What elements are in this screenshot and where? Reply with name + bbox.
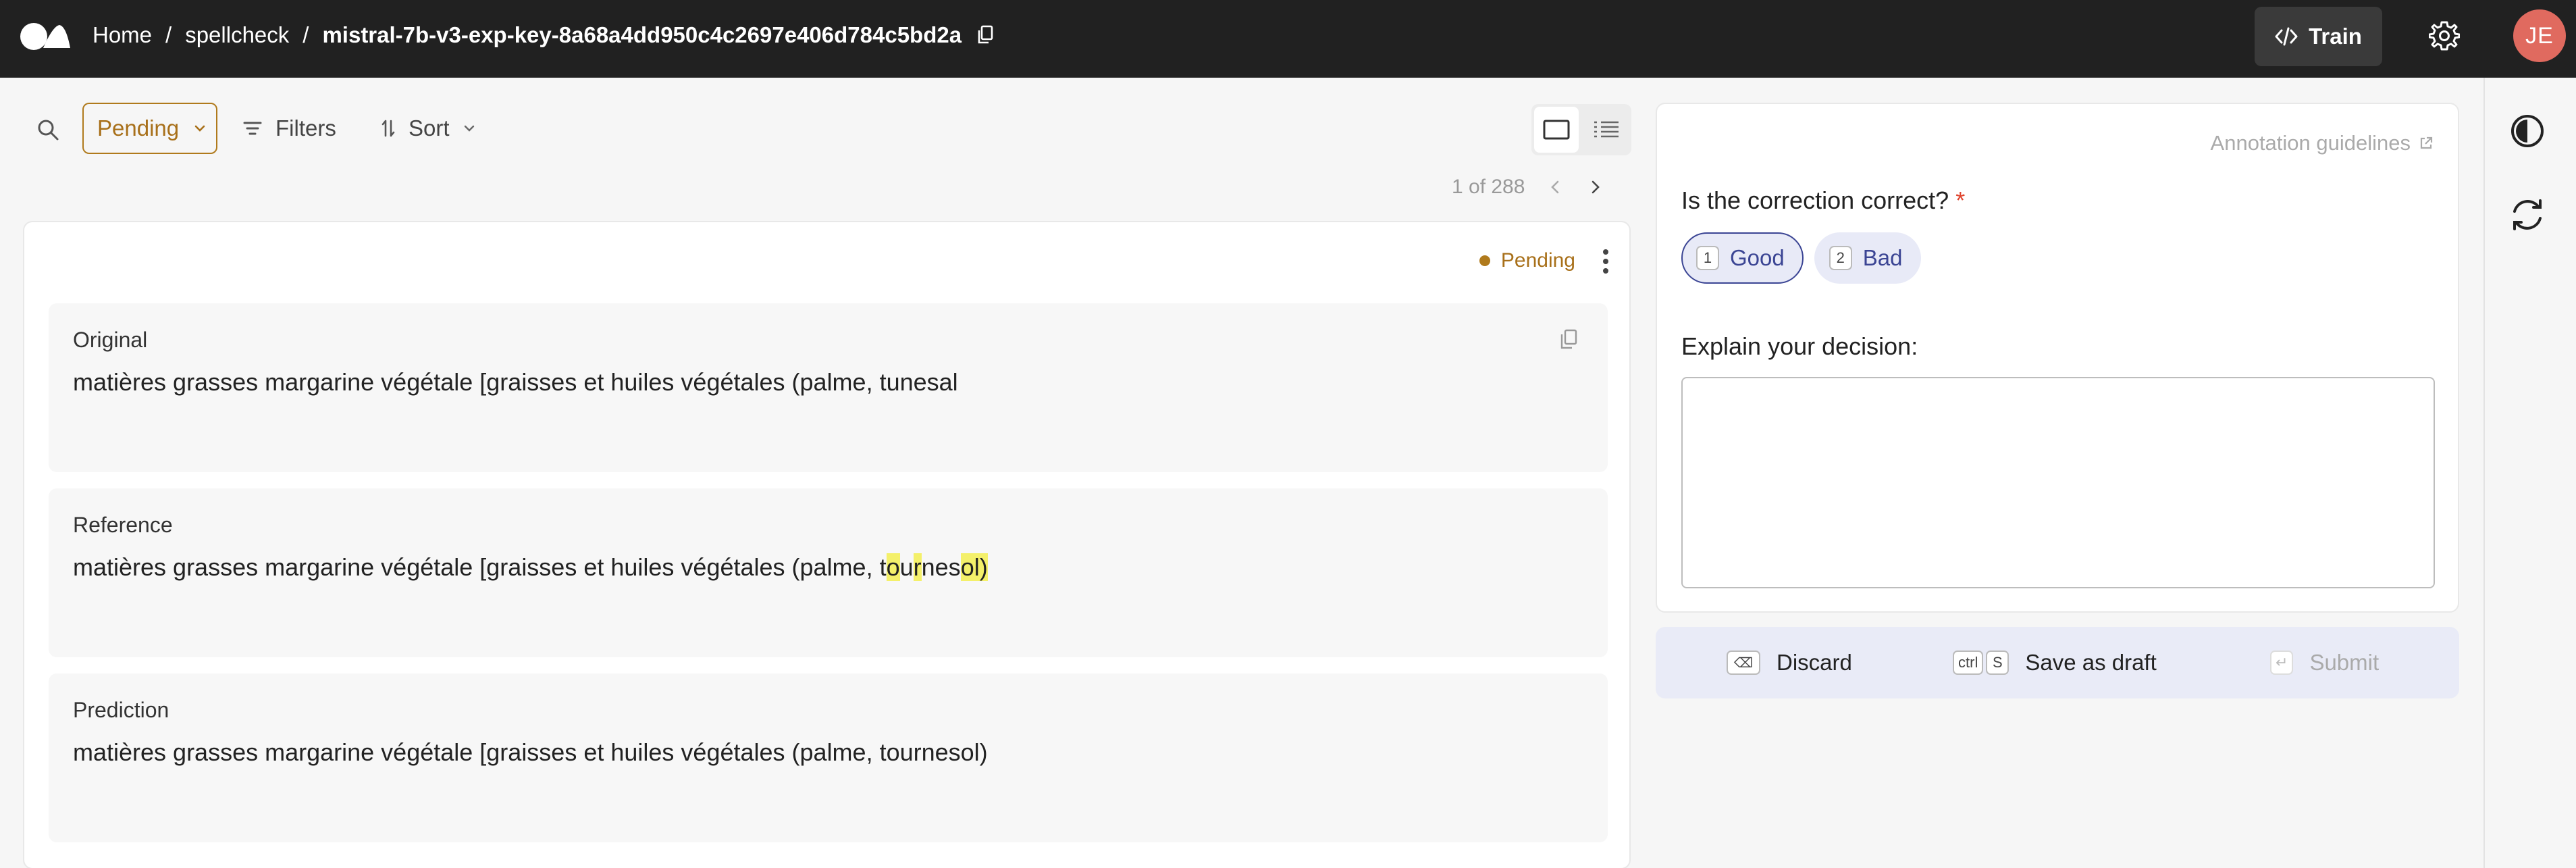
breadcrumb-current: mistral-7b-v3-exp-key-8a68a4dd950c4c2697… [322, 22, 962, 47]
question-label: Is the correction correct? * [1681, 186, 1965, 215]
copy-icon[interactable] [976, 25, 994, 45]
chevron-down-icon [464, 125, 474, 132]
breadcrumb-separator: / [165, 22, 172, 47]
chevron-right-icon [1592, 180, 1600, 194]
filters-label: Filters [275, 116, 336, 141]
dark-mode-icon[interactable] [2509, 113, 2546, 149]
text-segment: nes [921, 553, 961, 581]
list-view-button[interactable] [1584, 107, 1629, 153]
shortcut-key: ctrl [1953, 650, 1984, 675]
breadcrumb-home[interactable]: Home [93, 22, 152, 48]
diff-highlight: r [913, 553, 922, 581]
status-dot [1479, 255, 1490, 266]
option-bad[interactable]: 2 Bad [1814, 232, 1922, 284]
shortcut-keys: ctrl S [1953, 650, 2009, 675]
option-label: Bad [1862, 245, 1903, 270]
field-value: matières grasses margarine végétale [gra… [73, 368, 958, 396]
code-icon [2275, 27, 2298, 46]
avatar[interactable]: JE [2513, 9, 2566, 62]
sort-button[interactable]: Sort [382, 103, 475, 154]
field-reference: Reference matières grasses margarine vég… [49, 488, 1608, 657]
status-filter-value: Pending [97, 116, 180, 141]
single-record-icon [1543, 120, 1570, 140]
copy-icon[interactable] [1559, 329, 1578, 351]
required-mark: * [1955, 186, 1966, 214]
discard-label: Discard [1777, 650, 1852, 675]
next-page-button[interactable] [1585, 177, 1606, 197]
single-view-button[interactable] [1534, 107, 1579, 153]
view-mode-toggle [1531, 104, 1631, 155]
pagination-text: 1 of 288 [1452, 176, 1525, 198]
option-label: Good [1730, 245, 1785, 270]
discard-button[interactable]: ⌫ Discard [1727, 627, 1852, 698]
field-original: Original matières grasses margarine végé… [49, 303, 1608, 472]
top-bar: Home / spellcheck / mistral-7b-v3-exp-ke… [0, 0, 2576, 78]
label-options: 1 Good 2 Bad [1681, 232, 1922, 284]
shortcut-key: S [1986, 650, 2009, 675]
explain-textarea[interactable] [1681, 377, 2435, 588]
pagination: 1 of 288 [1452, 170, 1606, 204]
shortcut-key: ⌫ [1727, 650, 1760, 675]
field-value: matières grasses margarine végétale [gra… [73, 553, 988, 582]
annotation-guidelines-link[interactable]: Annotation guidelines [2211, 131, 2434, 155]
breadcrumb-dataset[interactable]: spellcheck [185, 22, 289, 48]
filter-icon [243, 122, 262, 135]
shortcut-key: 1 [1696, 246, 1719, 270]
text-segment: matières grasses margarine végétale [gra… [73, 553, 887, 581]
field-label: Original [73, 328, 148, 352]
previous-page-button[interactable] [1545, 177, 1565, 197]
record-status-badge: Pending [1479, 249, 1575, 272]
field-label: Reference [73, 513, 173, 537]
shortcut-key: ↵ [2270, 650, 2294, 675]
field-label: Prediction [73, 698, 169, 722]
record-status-label: Pending [1500, 249, 1575, 272]
sort-label: Sort [409, 116, 450, 141]
shortcut-key: 2 [1829, 246, 1852, 270]
field-prediction: Prediction matières grasses margarine vé… [49, 673, 1608, 842]
list-icon [1594, 121, 1619, 138]
save-draft-button[interactable]: ctrl S Save as draft [1953, 627, 2157, 698]
option-good[interactable]: 1 Good [1681, 232, 1804, 284]
train-label: Train [2309, 24, 2362, 49]
search-icon[interactable] [36, 118, 59, 141]
sort-icon [382, 120, 395, 137]
guidelines-label: Annotation guidelines [2210, 131, 2411, 155]
text-segment: u [899, 553, 914, 581]
refresh-icon[interactable] [2509, 197, 2546, 233]
submit-button[interactable]: ↵ Submit [2270, 627, 2379, 698]
more-options-icon[interactable] [1601, 248, 1610, 275]
diff-highlight: ol) [960, 553, 988, 581]
diff-highlight: o [886, 553, 900, 581]
right-rail [2483, 78, 2576, 868]
field-value: matières grasses margarine végétale [gra… [73, 738, 988, 766]
train-button[interactable]: Train [2255, 7, 2382, 66]
annotation-panel: Annotation guidelines Is the correction … [1656, 103, 2459, 613]
record-card: Pending Original matières grasses margar… [23, 221, 1631, 868]
app-logo-icon[interactable] [20, 21, 72, 52]
external-link-icon [2420, 136, 2433, 149]
status-filter-dropdown[interactable]: Pending [82, 103, 217, 154]
chevron-left-icon [1551, 180, 1559, 194]
chevron-down-icon [194, 125, 205, 132]
question-text: Is the correction correct? [1681, 186, 1949, 214]
save-draft-label: Save as draft [2025, 650, 2157, 675]
explain-label: Explain your decision: [1681, 332, 1918, 360]
filters-button[interactable]: Filters [243, 103, 336, 154]
breadcrumb: Home / spellcheck / mistral-7b-v3-exp-ke… [93, 0, 994, 70]
breadcrumb-separator: / [303, 22, 309, 47]
action-bar: ⌫ Discard ctrl S Save as draft ↵ Submit [1656, 627, 2459, 698]
submit-label: Submit [2309, 650, 2380, 675]
gear-icon[interactable] [2429, 20, 2460, 51]
